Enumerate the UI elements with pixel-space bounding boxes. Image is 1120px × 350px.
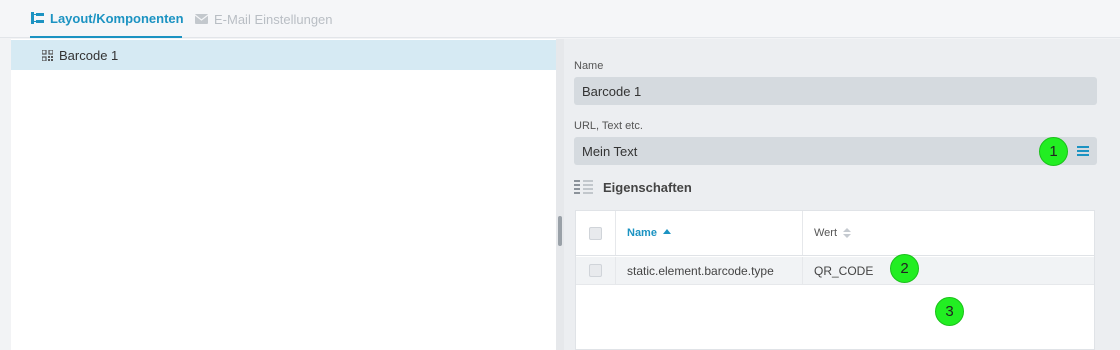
tab-email-settings[interactable]: E-Mail Einstellungen	[195, 0, 333, 38]
column-header-label: Name	[627, 227, 657, 239]
section-title-text: Eigenschaften	[603, 180, 692, 195]
sort-ascending-icon	[662, 228, 671, 234]
component-tree: Barcode 1	[11, 39, 556, 350]
row-checkbox[interactable]	[589, 264, 602, 277]
select-all-checkbox[interactable]	[589, 226, 602, 240]
url-field-value: Mein Text	[582, 143, 638, 159]
tab-label: E-Mail Einstellungen	[214, 11, 333, 27]
sort-unsorted-icon	[843, 228, 852, 238]
qr-code-icon	[42, 49, 53, 61]
annotation-marker-1: 1	[1039, 137, 1068, 166]
properties-table: Name Wert static.element.barcode.type QR…	[575, 210, 1095, 350]
name-field-label: Name	[574, 60, 604, 72]
properties-section-title: Eigenschaften	[574, 180, 692, 195]
tree-item-label: Barcode 1	[59, 47, 119, 63]
annotation-marker-2: 2	[890, 254, 919, 283]
column-header-name[interactable]: Name	[616, 211, 803, 255]
tree-item-barcode-1[interactable]: Barcode 1	[11, 40, 556, 70]
table-header: Name Wert	[576, 211, 1094, 256]
url-field-label: URL, Text etc.	[574, 120, 643, 132]
panel-splitter[interactable]	[556, 39, 564, 350]
table-row[interactable]: static.element.barcode.type QR_CODE	[576, 257, 1094, 285]
row-value-text: QR_CODE	[814, 263, 874, 278]
hamburger-menu-icon[interactable]	[1077, 144, 1089, 158]
name-field-value: Barcode 1	[582, 83, 642, 99]
select-all-cell	[576, 211, 616, 255]
row-name-text: static.element.barcode.type	[627, 263, 774, 278]
properties-panel: Name Barcode 1 URL, Text etc. Mein Text …	[564, 39, 1120, 350]
envelope-icon	[195, 14, 208, 24]
tab-bar: Layout/Komponenten E-Mail Einstellungen	[0, 0, 1120, 38]
row-value-cell[interactable]: QR_CODE	[803, 257, 1094, 284]
row-check-cell	[576, 257, 616, 284]
splitter-handle[interactable]	[558, 216, 562, 246]
url-field[interactable]: Mein Text	[574, 137, 1097, 165]
column-header-label: Wert	[814, 227, 838, 239]
tab-label: Layout/Komponenten	[50, 10, 184, 26]
annotation-marker-3: 3	[935, 297, 964, 326]
tree-layout-icon	[31, 12, 44, 24]
column-header-value[interactable]: Wert	[803, 211, 1094, 255]
tab-layout-components[interactable]: Layout/Komponenten	[30, 0, 184, 38]
row-name-cell: static.element.barcode.type	[616, 257, 803, 284]
name-field[interactable]: Barcode 1	[574, 77, 1097, 105]
properties-list-icon	[574, 180, 593, 194]
